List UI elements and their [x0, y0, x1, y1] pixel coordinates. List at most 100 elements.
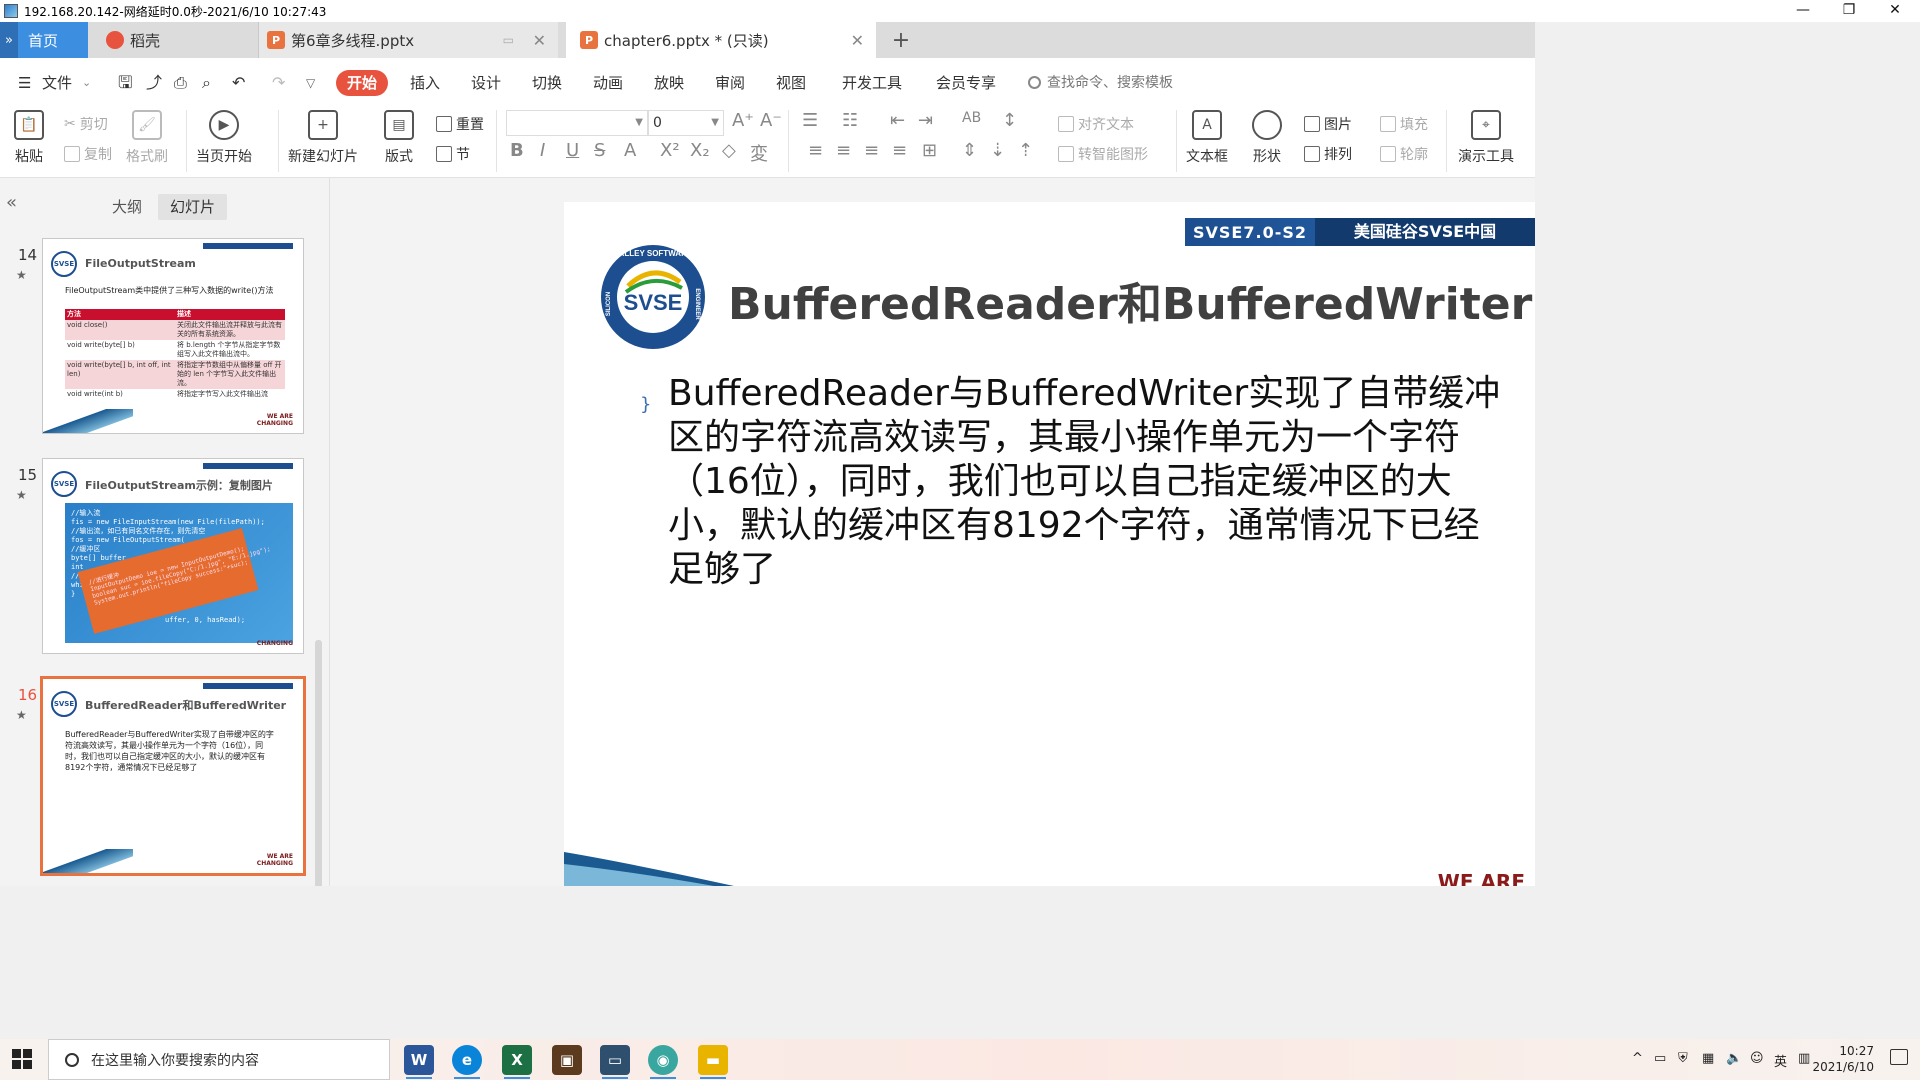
volume-icon[interactable]: 🔈	[1726, 1051, 1742, 1066]
system-clock[interactable]: 10:27 2021/6/10	[1812, 1043, 1874, 1075]
menu-home[interactable]: 开始	[336, 70, 389, 96]
taskbar-search[interactable]: 在这里输入你要搜索的内容	[48, 1039, 390, 1080]
slide-thumbnail-14[interactable]: SVSE FileOutputStream FileOutputStream类中…	[42, 238, 304, 434]
menu-view[interactable]: 视图	[776, 70, 806, 96]
section-button[interactable]: 节	[436, 144, 470, 164]
paragraph-spacing-icon[interactable]: ⇕	[962, 140, 977, 161]
slide-title[interactable]: BufferedReader和BufferedWriter	[728, 268, 1532, 332]
security-icon[interactable]: ⛨	[1678, 1051, 1688, 1066]
chat-app-icon[interactable]: ◉	[648, 1045, 678, 1079]
strikethrough-icon[interactable]: S	[594, 140, 605, 161]
edge-app-icon[interactable]: e	[452, 1045, 482, 1079]
undo-icon[interactable]: ↶	[232, 70, 245, 96]
tab-outline[interactable]: 大纲	[100, 194, 154, 220]
increase-font-icon[interactable]: A⁺	[732, 110, 754, 131]
start-from-current-button[interactable]: ▶ 当页开始	[196, 110, 252, 166]
align-text-button[interactable]: 对齐文本	[1058, 114, 1134, 134]
justify-icon[interactable]: ≡	[892, 140, 907, 161]
layout-button[interactable]: ▤ 版式	[384, 110, 414, 166]
format-painter-button[interactable]: 🖌 格式刷	[126, 110, 168, 166]
word-app-icon[interactable]: W	[404, 1045, 434, 1079]
menu-file[interactable]: 文件	[42, 70, 72, 96]
cut-button[interactable]: ✂ 剪切	[64, 114, 108, 134]
tab-slides[interactable]: 幻灯片	[158, 194, 228, 220]
current-slide[interactable]: SVSE7.0-S2 美国硅谷SVSE中国 SVSE VALLEY SOFTWA…	[564, 202, 1535, 886]
menu-member[interactable]: 会员专享	[936, 70, 996, 96]
tool-app-icon[interactable]: ▣	[552, 1045, 582, 1075]
font-name-box[interactable]: ▼	[506, 110, 648, 136]
font-color-icon[interactable]: A	[624, 140, 636, 161]
menu-slideshow[interactable]: 放映	[654, 70, 684, 96]
menu-insert[interactable]: 插入	[410, 70, 440, 96]
input-mode-icon[interactable]: ▥	[1798, 1051, 1810, 1066]
picture-button[interactable]: 图片	[1304, 114, 1352, 134]
slide-thumbnail-15[interactable]: SVSE FileOutputStream示例：复制图片 //输入流 fis =…	[42, 458, 304, 654]
line-spacing-icon[interactable]: ↕	[1002, 110, 1017, 131]
copy-button[interactable]: 复制	[64, 144, 112, 164]
presentation-tools-button[interactable]: ⌖ 演示工具	[1458, 110, 1514, 166]
close-tab-icon[interactable]: ✕	[851, 31, 864, 50]
paste-button[interactable]: 📋 粘贴	[14, 110, 44, 166]
remote-desktop-app-icon[interactable]: ▭	[600, 1045, 630, 1079]
restore-button[interactable]: ❐	[1826, 0, 1872, 22]
tab-daoke[interactable]: 稻壳	[90, 22, 258, 58]
pin-icon[interactable]: ▭	[503, 33, 514, 47]
menu-design[interactable]: 设计	[471, 70, 501, 96]
align-right-icon[interactable]: ≡	[864, 140, 879, 161]
outline-button[interactable]: 轮廓	[1380, 144, 1428, 164]
hamburger-icon[interactable]: ☰	[18, 70, 31, 96]
close-tab-icon[interactable]: ✕	[533, 31, 546, 50]
decrease-font-icon[interactable]: A⁻	[760, 110, 782, 131]
keyboard-icon[interactable]: ▦	[1702, 1051, 1714, 1066]
superscript-icon[interactable]: X²	[660, 140, 680, 161]
shape-button[interactable]: 形状	[1252, 110, 1282, 166]
phonetic-icon[interactable]: 変	[750, 140, 768, 166]
tab-doc-chapter6[interactable]: P chapter6.pptx * (只读) ✕	[566, 22, 876, 58]
menu-transition[interactable]: 切换	[532, 70, 562, 96]
arrange-button[interactable]: 排列	[1304, 144, 1352, 164]
export-icon[interactable]: ⤴	[146, 70, 162, 96]
network-icon[interactable]: ▭	[1654, 1051, 1666, 1066]
print-icon[interactable]: ⎙	[174, 70, 187, 96]
redo-icon[interactable]: ↷	[272, 70, 285, 96]
minimize-button[interactable]: —	[1780, 0, 1826, 22]
ime-indicator[interactable]: 英	[1774, 1051, 1787, 1070]
decrease-indent-icon[interactable]: ⇤	[890, 110, 905, 131]
new-tab-button[interactable]: +	[886, 22, 916, 58]
italic-icon[interactable]: I	[540, 140, 545, 161]
line-spacing-up-icon[interactable]: ⇡	[1018, 140, 1033, 161]
reset-button[interactable]: 重置	[436, 114, 484, 134]
tab-doc-multithread[interactable]: P 第6章多线程.pptx ▭ ✕	[258, 22, 558, 58]
clear-format-icon[interactable]: ◇	[722, 140, 736, 161]
windows-start-icon[interactable]	[12, 1049, 32, 1069]
distribute-icon[interactable]: ⊞	[922, 140, 937, 161]
thumbnail-scrollbar[interactable]	[315, 640, 322, 920]
bold-icon[interactable]: B	[510, 140, 524, 161]
close-window-button[interactable]: ✕	[1872, 0, 1918, 22]
slide-thumbnail-16[interactable]: SVSE BufferedReader和BufferedWriter Buffe…	[40, 676, 306, 876]
line-spacing-down-icon[interactable]: ⇣	[990, 140, 1005, 161]
save-icon[interactable]: 🖫	[118, 70, 132, 96]
textbox-button[interactable]: A 文本框	[1186, 110, 1228, 166]
chevron-down-icon[interactable]: ⌄	[82, 70, 91, 96]
subscript-icon[interactable]: X₂	[690, 140, 710, 161]
increase-indent-icon[interactable]: ⇥	[918, 110, 933, 131]
user-icon[interactable]: ☺	[1750, 1051, 1764, 1066]
numbered-list-icon[interactable]: ☷	[842, 110, 858, 131]
notification-icon[interactable]	[1890, 1049, 1908, 1065]
align-left-icon[interactable]: ≡	[808, 140, 823, 161]
tab-home[interactable]: » 首页	[0, 22, 88, 58]
menu-review[interactable]: 审阅	[715, 70, 745, 96]
print-preview-icon[interactable]: ⌕	[202, 70, 211, 96]
slide-body-text[interactable]: BufferedReader与BufferedWriter实现了自带缓冲区的字符…	[668, 372, 1508, 592]
new-slide-button[interactable]: + 新建幻灯片	[288, 110, 358, 166]
underline-icon[interactable]: U	[566, 140, 579, 161]
excel-app-icon[interactable]: X	[502, 1045, 532, 1079]
fill-button[interactable]: 填充	[1380, 114, 1428, 134]
bullet-list-icon[interactable]: ☰	[802, 110, 818, 131]
customize-icon[interactable]: ▽	[306, 70, 315, 96]
double-chevron-icon[interactable]: »	[0, 22, 18, 58]
tray-overflow-icon[interactable]: ^	[1632, 1051, 1643, 1066]
text-direction-icon[interactable]: AB	[962, 110, 981, 126]
collapse-panel-icon[interactable]: «	[6, 192, 17, 213]
